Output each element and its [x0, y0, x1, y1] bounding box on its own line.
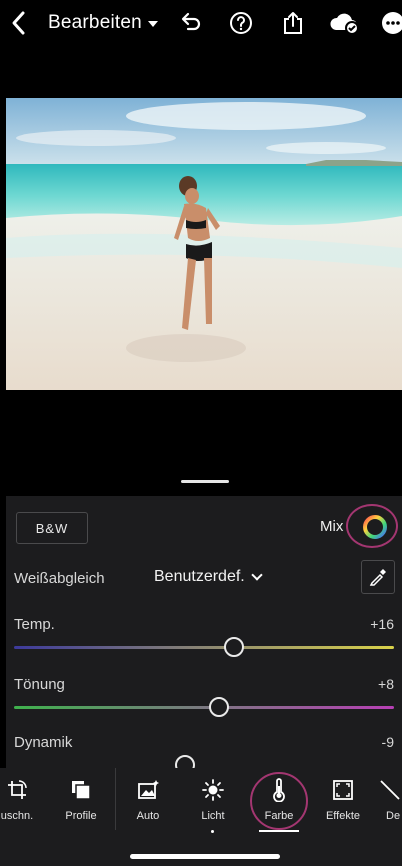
light-indicator-dot [211, 830, 214, 833]
vibrance-slider[interactable]: Dynamik -9 [14, 734, 394, 768]
home-indicator[interactable] [130, 854, 280, 859]
white-balance-label: Weißabgleich [14, 570, 105, 587]
photo-canvas [0, 48, 402, 496]
toolbar-divider [115, 768, 116, 830]
tool-effects[interactable]: Effekte [312, 768, 374, 838]
white-balance-value: Benutzerdef. [154, 568, 245, 585]
tint-track[interactable] [14, 706, 394, 709]
detail-icon [380, 780, 400, 800]
effects-icon [333, 780, 353, 800]
cloud-sync-icon[interactable] [328, 10, 360, 36]
temp-value: +16 [370, 616, 394, 632]
tint-label: Tönung [14, 676, 65, 693]
vibrance-knob[interactable] [175, 755, 195, 768]
bw-button[interactable]: B&W [16, 512, 88, 544]
tool-light[interactable]: Licht [182, 768, 244, 838]
tool-auto[interactable]: Auto [117, 768, 179, 838]
auto-icon [138, 780, 159, 799]
tool-profiles[interactable]: Profile [50, 768, 112, 838]
white-balance-dropdown[interactable]: Benutzerdef. [154, 568, 263, 586]
chevron-down-icon [251, 569, 263, 581]
help-icon[interactable] [228, 10, 254, 36]
tool-label: Effekte [325, 810, 361, 822]
back-chevron-icon[interactable] [8, 10, 30, 36]
mix-highlight-circle [346, 504, 398, 548]
bottom-toolbar: uschn. Profile Auto Licht Farbe Effekte … [0, 768, 402, 838]
profiles-icon [72, 781, 91, 800]
eyedropper-icon [369, 569, 386, 586]
tool-label: uschn. [0, 810, 34, 822]
tool-crop[interactable]: uschn. [0, 768, 48, 838]
home-bar-area [0, 838, 402, 866]
beach-photo[interactable] [6, 98, 402, 390]
crop-icon [8, 780, 27, 799]
mix-label[interactable]: Mix [320, 518, 343, 535]
edit-mode-menu[interactable]: Bearbeiten [48, 12, 158, 34]
vibrance-label: Dynamik [14, 734, 73, 751]
caret-down-icon [147, 21, 158, 27]
share-icon[interactable] [280, 10, 306, 36]
vibrance-value: -9 [381, 734, 394, 750]
tool-label: Licht [201, 810, 225, 822]
top-bar: Bearbeiten [0, 0, 402, 48]
temp-knob[interactable] [224, 637, 245, 657]
panel-drag-handle[interactable] [181, 480, 229, 483]
active-tab-indicator [259, 830, 299, 832]
page-title: Bearbeiten [48, 12, 142, 33]
color-edit-panel: B&W Mix Weißabgleich Benutzerdef. Temp. … [6, 496, 402, 768]
temp-track[interactable] [14, 646, 394, 649]
tool-label: Auto [136, 810, 160, 822]
color-highlight-circle [250, 772, 308, 830]
tool-label: Profile [65, 810, 97, 822]
eyedropper-button[interactable] [361, 560, 395, 594]
temp-label: Temp. [14, 616, 55, 633]
tool-label: De [386, 810, 401, 822]
tint-knob[interactable] [209, 697, 230, 717]
tint-value: +8 [378, 676, 394, 692]
tool-detail[interactable]: De [366, 768, 402, 838]
more-icon[interactable] [380, 10, 402, 36]
undo-icon[interactable] [178, 10, 204, 36]
light-icon [202, 779, 224, 801]
